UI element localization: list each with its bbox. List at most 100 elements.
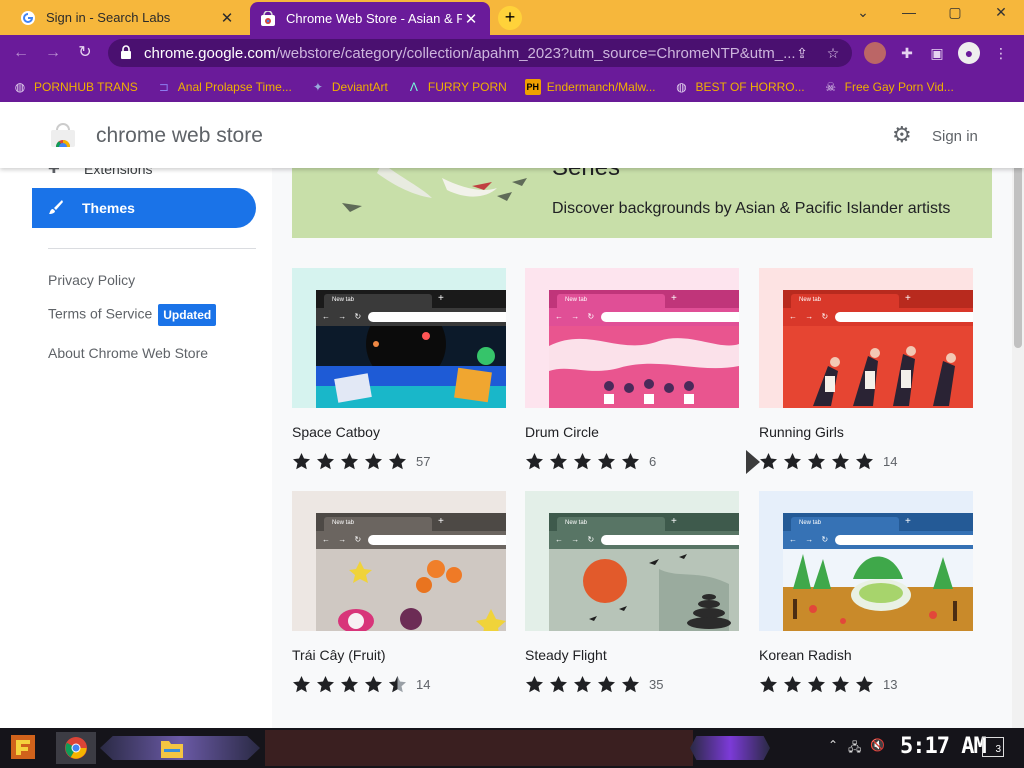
new-tab-button[interactable]: + bbox=[498, 6, 522, 30]
star-icon bbox=[550, 453, 567, 470]
theme-thumbnail[interactable]: New tab + ← → ↻ bbox=[759, 268, 973, 408]
preview-tab-bar: New tab + bbox=[316, 290, 506, 308]
taskbar-clock[interactable]: 5:17 AM bbox=[900, 734, 987, 759]
close-window-button[interactable]: ✕ bbox=[986, 4, 1016, 21]
network-icon[interactable]: 🖧 bbox=[848, 738, 861, 759]
preview-plus: + bbox=[438, 516, 444, 527]
tab-search-icon[interactable]: ⌄ bbox=[848, 4, 878, 21]
preview-plus: + bbox=[671, 516, 677, 527]
bookmark-label: Endermanch/Malw... bbox=[546, 79, 656, 94]
sidebar-item-extensions[interactable]: ✚ Extensions bbox=[48, 168, 152, 177]
theme-rating: 13 bbox=[759, 675, 897, 693]
preview-url-box bbox=[835, 312, 973, 322]
theme-name[interactable]: Trái Cây (Fruit) bbox=[292, 647, 386, 663]
theme-artwork bbox=[783, 549, 973, 631]
browser-preview: New tab + ← → ↻ bbox=[549, 290, 739, 408]
theme-thumbnail[interactable]: New tab + ← → ↻ bbox=[292, 491, 506, 631]
menu-kebab-icon[interactable]: ⋮ bbox=[990, 42, 1012, 64]
star-icon bbox=[365, 676, 382, 693]
bookmark-item[interactable]: ⊐ Anal Prolapse Time... bbox=[156, 79, 292, 95]
star-icon bbox=[550, 676, 567, 693]
side-panel-icon[interactable]: ▣ bbox=[926, 42, 948, 64]
volume-muted-icon[interactable]: 🔇 bbox=[870, 738, 885, 752]
back-arrow-icon[interactable]: ← bbox=[10, 43, 32, 65]
bookmark-label: DeviantArt bbox=[331, 79, 388, 94]
close-tab-icon[interactable]: ✕ bbox=[462, 10, 480, 28]
theme-name[interactable]: Space Catboy bbox=[292, 424, 380, 440]
star-icon bbox=[760, 676, 777, 693]
theme-artwork bbox=[549, 326, 739, 408]
terms-of-service-row: Terms of Service Updated bbox=[48, 304, 217, 326]
profile-icon[interactable]: ● bbox=[958, 42, 980, 64]
theme-rating: 6 bbox=[525, 452, 656, 470]
preview-tab-bar: New tab + bbox=[783, 513, 973, 531]
theme-name[interactable]: Steady Flight bbox=[525, 647, 607, 663]
sidebar-item-themes[interactable]: Themes bbox=[32, 188, 256, 228]
a-logo-icon: Λ bbox=[409, 79, 418, 94]
bookmark-item[interactable]: ◍ BEST OF HORRO... bbox=[674, 79, 804, 95]
terms-of-service-link[interactable]: Terms of Service bbox=[48, 306, 152, 322]
half-star-icon bbox=[389, 676, 406, 693]
star-icon bbox=[574, 676, 591, 693]
taskbar-empty-area bbox=[265, 730, 693, 766]
bookmark-item[interactable]: PH Endermanch/Malw... bbox=[524, 78, 656, 95]
theme-thumbnail[interactable]: New tab + ← → ↻ bbox=[525, 268, 739, 408]
scrollbar-thumb[interactable] bbox=[1014, 138, 1022, 348]
sidebar-item-label: Extensions bbox=[84, 168, 153, 177]
mouse-cursor-icon bbox=[746, 450, 760, 474]
show-hidden-icons[interactable]: ⌃ bbox=[828, 738, 838, 752]
banner-subtitle: Discover backgrounds by Asian & Pacific … bbox=[552, 200, 951, 217]
bookmark-item[interactable]: Λ FURRY PORN bbox=[406, 79, 507, 95]
chrome-web-store-logo[interactable] bbox=[50, 122, 76, 148]
os-taskbar: ⌃ 🖧 🔇 5:17 AM 3 bbox=[0, 728, 1024, 768]
extensions-puzzle-icon[interactable]: ✚ bbox=[896, 42, 918, 64]
about-store-link[interactable]: About Chrome Web Store bbox=[48, 345, 208, 361]
taskbar-chrome[interactable] bbox=[56, 732, 96, 764]
star-icon bbox=[389, 453, 406, 470]
taskbar-file-explorer[interactable] bbox=[152, 732, 192, 764]
share-icon[interactable]: ⇪ bbox=[791, 42, 813, 64]
preview-url-box bbox=[601, 312, 739, 322]
gear-icon[interactable]: ⚙ bbox=[892, 124, 914, 146]
tab-chrome-web-store[interactable]: Chrome Web Store - Asian & Pacific ✕ bbox=[250, 2, 490, 35]
preview-tab-bar: New tab + bbox=[549, 290, 739, 308]
theme-name[interactable]: Drum Circle bbox=[525, 424, 599, 440]
close-tab-icon[interactable]: ✕ bbox=[218, 9, 236, 27]
star-icon bbox=[526, 453, 543, 470]
star-icon bbox=[598, 676, 615, 693]
bookmark-label: Anal Prolapse Time... bbox=[177, 79, 292, 94]
preview-new-tab: New tab bbox=[324, 294, 432, 308]
theme-name[interactable]: Running Girls bbox=[759, 424, 844, 440]
browser-preview: New tab + ← → ↻ bbox=[316, 513, 506, 631]
bookmark-star-icon[interactable]: ☆ bbox=[822, 42, 844, 64]
minimize-button[interactable]: — bbox=[894, 4, 924, 20]
theme-thumbnail[interactable]: New tab + ← → ↻ bbox=[292, 268, 506, 408]
sign-in-link[interactable]: Sign in bbox=[932, 128, 978, 145]
bookmark-item[interactable]: ◍ PORNHUB TRANS bbox=[12, 79, 138, 95]
chrome-icon bbox=[65, 737, 87, 759]
extension-avatar-icon[interactable] bbox=[864, 42, 886, 64]
rating-count: 14 bbox=[883, 453, 898, 469]
bookmark-item[interactable]: ☠ Free Gay Porn Vid... bbox=[823, 79, 954, 95]
star-icon bbox=[784, 453, 801, 470]
theme-rating: 35 bbox=[525, 675, 663, 693]
store-title[interactable]: chrome web store bbox=[96, 124, 263, 148]
reload-icon[interactable]: ↻ bbox=[74, 43, 96, 65]
store-header: chrome web store ⚙ Sign in bbox=[0, 102, 1024, 168]
theme-name[interactable]: Korean Radish bbox=[759, 647, 852, 663]
scrollbar[interactable] bbox=[1012, 102, 1024, 728]
theme-thumbnail[interactable]: New tab + ← → ↻ bbox=[525, 491, 739, 631]
preview-url-box bbox=[835, 535, 973, 545]
star-icon bbox=[760, 453, 777, 470]
maximize-button[interactable]: ▢ bbox=[940, 4, 970, 21]
address-bar[interactable]: chrome.google.com/webstore/category/coll… bbox=[108, 39, 852, 67]
notifications-icon[interactable]: 3 bbox=[982, 737, 1004, 757]
tab-sign-in-search-labs[interactable]: Sign in - Search Labs ✕ bbox=[8, 0, 248, 35]
forward-arrow-icon[interactable]: → bbox=[42, 43, 64, 65]
theme-thumbnail[interactable]: New tab + ← → ↻ bbox=[759, 491, 973, 631]
star-icon bbox=[341, 676, 358, 693]
bookmark-item[interactable]: ✦ DeviantArt bbox=[310, 79, 388, 95]
star-icon bbox=[808, 453, 825, 470]
privacy-policy-link[interactable]: Privacy Policy bbox=[48, 272, 135, 288]
start-button[interactable] bbox=[8, 732, 42, 764]
